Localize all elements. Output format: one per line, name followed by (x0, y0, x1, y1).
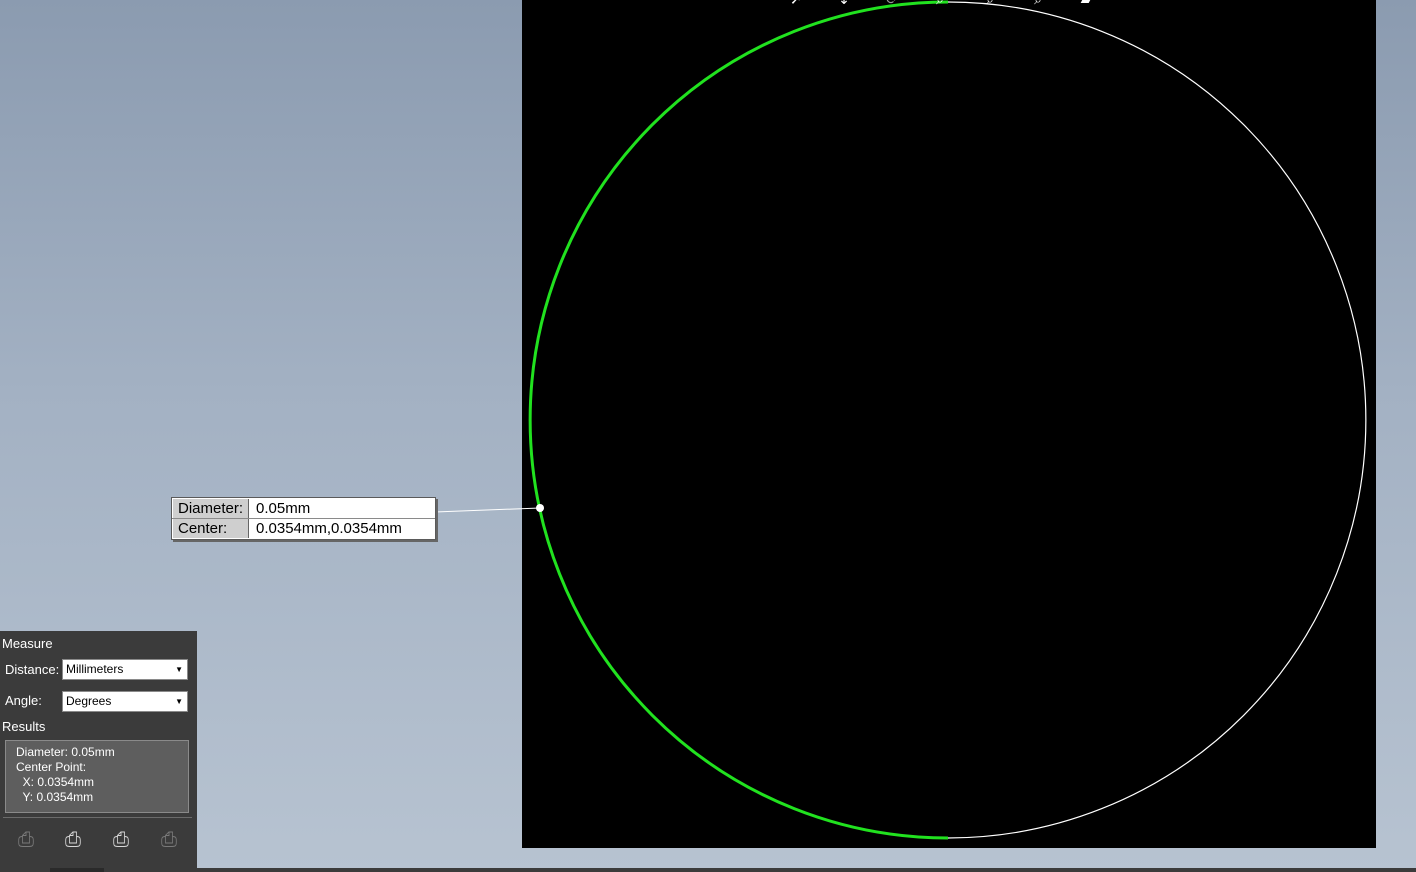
angle-unit-select[interactable]: Degrees ▼ (62, 691, 188, 712)
zoom-in-icon[interactable]: ⌕ (980, 0, 1000, 8)
zoom-window-icon[interactable]: ⌕ (930, 0, 950, 8)
measure-callout[interactable]: Diameter: 0.05mm Center: 0.0354mm,0.0354… (171, 497, 436, 540)
select-arrow-icon[interactable]: ➚ (786, 0, 806, 8)
distance-unit-select[interactable]: Millimeters ▼ (62, 659, 188, 680)
chevron-down-icon[interactable]: ▼ (175, 692, 183, 711)
bottom-tab[interactable] (50, 868, 104, 872)
callout-center-row: Center: 0.0354mm,0.0354mm (172, 519, 435, 538)
result-diameter: Diameter: 0.05mm (16, 745, 115, 759)
zoom-out-icon[interactable]: ⌕ (1028, 0, 1048, 8)
circle-geometry[interactable] (522, 0, 1376, 848)
rotate-icon[interactable]: ⟳ (882, 0, 902, 8)
results-box: Diameter: 0.05mm Center Point: X: 0.0354… (5, 740, 189, 813)
result-x: X: 0.0354mm (16, 775, 95, 789)
angle-unit-value: Degrees (66, 694, 112, 708)
callout-center-value: 0.0354mm,0.0354mm (256, 520, 402, 537)
clear-measure-icon[interactable]: ⎙ (14, 827, 38, 853)
circle-selected-arc[interactable] (528, 0, 949, 840)
settings-measure-icon[interactable]: ⎙ (157, 827, 181, 853)
bottom-tab-strip (0, 868, 1416, 872)
circle-white-arc[interactable] (947, 1, 1367, 839)
chevron-down-icon[interactable]: ▼ (175, 660, 183, 679)
angle-label: Angle: (5, 693, 42, 708)
results-title: Results (2, 719, 46, 734)
distance-label: Distance: (5, 662, 60, 677)
callout-diameter-row: Diameter: 0.05mm (172, 499, 435, 519)
graphics-viewport[interactable]: ➚ ↕ ⟳ ⌕ ⌕ ⌕ ▰ (522, 0, 1376, 848)
panel-divider (3, 817, 192, 818)
callout-diameter-value: 0.05mm (256, 500, 311, 517)
result-y: Y: 0.0354mm (16, 790, 94, 804)
view-icon[interactable]: ▰ (1076, 0, 1096, 8)
distance-unit-value: Millimeters (66, 662, 124, 676)
measure-panel: Measure Distance: Millimeters ▼ Angle: D… (0, 631, 197, 872)
copy-measure-icon[interactable]: ⎙ (61, 827, 85, 853)
measure-panel-title: Measure (2, 636, 53, 651)
paste-measure-icon[interactable]: ⎙ (109, 827, 133, 853)
measure-point (536, 504, 544, 512)
callout-center-label: Center: (173, 519, 249, 538)
callout-diameter-label: Diameter: (173, 499, 249, 518)
view-toolbar: ➚ ↕ ⟳ ⌕ ⌕ ⌕ ▰ (522, 0, 1376, 14)
pan-icon[interactable]: ↕ (834, 0, 854, 8)
result-center-point: Center Point: (16, 760, 87, 774)
